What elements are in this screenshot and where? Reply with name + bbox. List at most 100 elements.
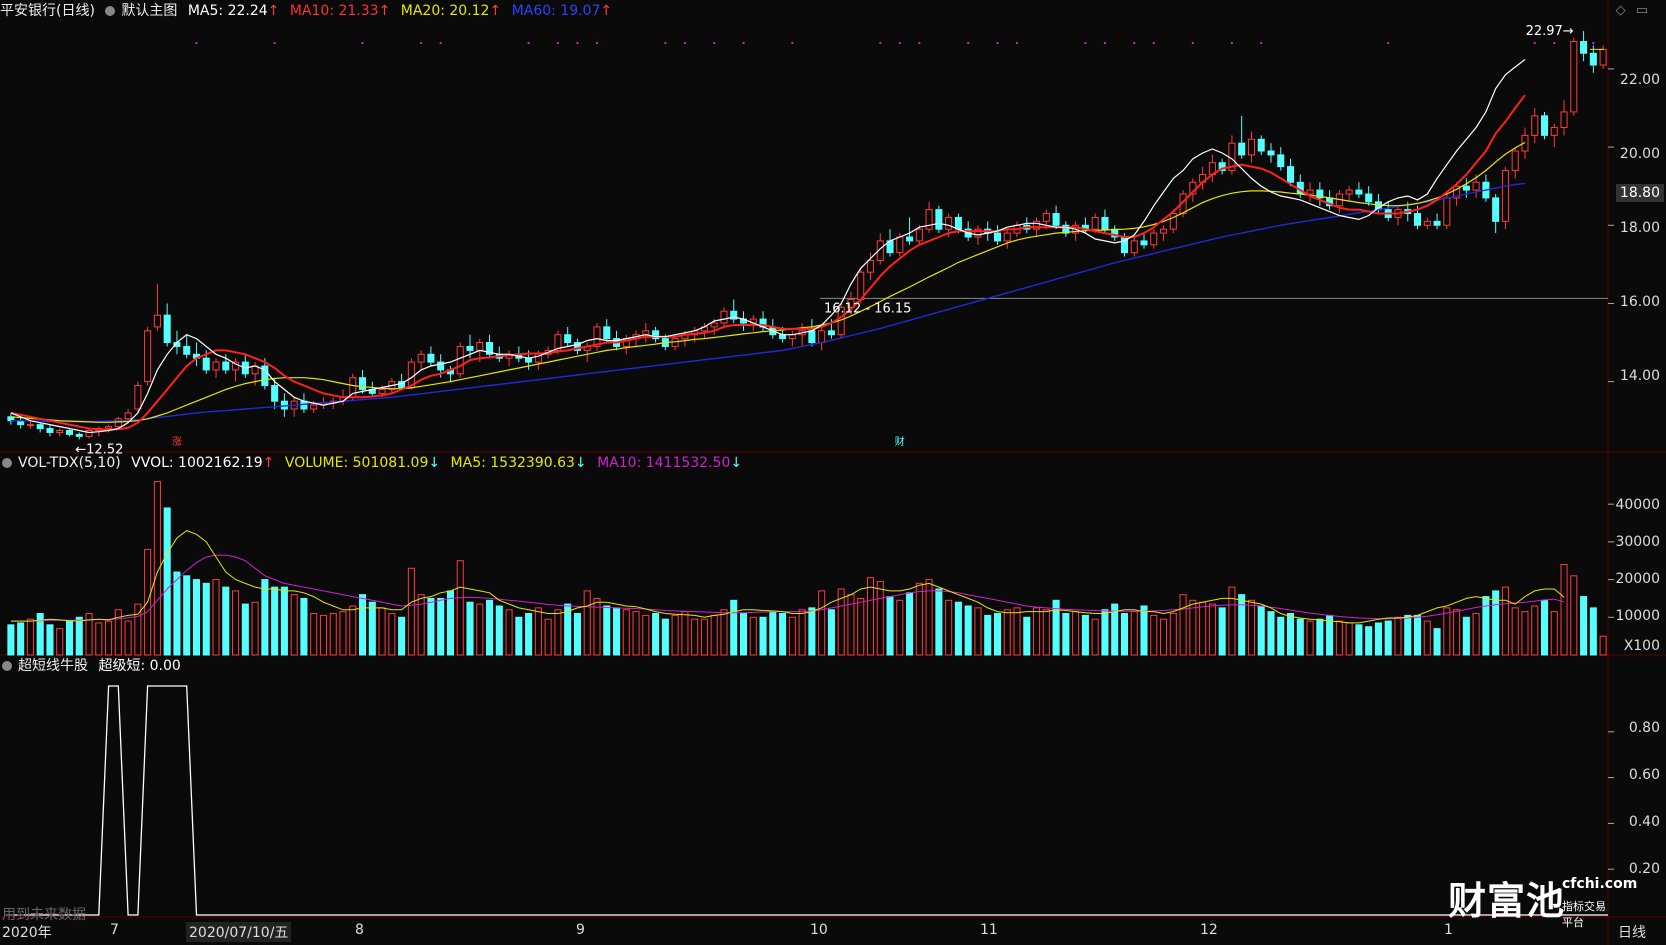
signal-dot <box>439 42 442 44</box>
volume-bar <box>1560 564 1568 656</box>
volume-bar <box>368 601 376 656</box>
volume-bar <box>212 579 220 656</box>
volume-bar <box>525 613 533 656</box>
candle-body <box>1355 189 1363 195</box>
signal-dot <box>420 42 423 44</box>
signal-dot <box>1230 42 1233 44</box>
volume-bar <box>300 597 308 656</box>
volume-bar <box>56 628 64 656</box>
watermark-tagline: 指标交易平台 <box>1562 900 1606 929</box>
signal-dot <box>918 42 921 44</box>
volume-bar <box>1589 607 1597 656</box>
signal-dot <box>713 42 716 44</box>
volume-bar <box>476 603 484 656</box>
volume-bar <box>710 614 718 656</box>
signal-dot <box>1191 42 1194 44</box>
candle-body <box>359 377 367 390</box>
volume-bar <box>622 609 630 656</box>
volume-bar <box>1511 607 1519 656</box>
volume-bar <box>534 607 542 656</box>
volume-bar <box>427 597 435 656</box>
volume-bar <box>1013 607 1021 656</box>
volume-bar <box>671 614 679 656</box>
volume-bar <box>1384 620 1392 656</box>
volume-bar <box>993 613 1002 656</box>
period-label[interactable]: 日线 <box>1618 922 1646 942</box>
volume-bar <box>202 582 210 656</box>
current-price-badge: 18.80 <box>1615 184 1664 202</box>
candle-body <box>56 430 64 433</box>
candle-body <box>1365 193 1373 203</box>
volume-bar <box>1599 635 1607 656</box>
volume-bar <box>1062 613 1070 656</box>
watermark-title: 财富池 <box>1448 879 1566 923</box>
volume-bar <box>866 577 875 656</box>
candle-body <box>222 361 230 371</box>
candle-body <box>1462 185 1470 191</box>
candle-body <box>1423 220 1431 226</box>
candle-body <box>427 353 435 363</box>
volume-bar <box>1296 618 1304 656</box>
volume-bar <box>573 613 581 656</box>
volume-bar <box>583 590 591 656</box>
candle-body <box>818 330 826 344</box>
volume-bar <box>1208 603 1216 656</box>
volume-bar <box>1247 599 1255 656</box>
volume-bar <box>319 614 327 656</box>
price-axis: 22.00 20.00 18.00 16.00 14.00 <box>1608 0 1666 452</box>
volume-bar <box>632 611 640 656</box>
x-date-cursor: 2020/07/10/五 <box>186 922 292 942</box>
candle-body <box>144 330 152 383</box>
volume-bar <box>1023 616 1031 656</box>
volume-bar <box>310 613 318 656</box>
volume-bar <box>886 596 894 656</box>
price-tick: 18.00 <box>1619 220 1660 236</box>
candle-body <box>1472 181 1480 191</box>
price-tick: 22.00 <box>1619 72 1660 88</box>
volume-bar <box>661 618 669 656</box>
volume-bar <box>163 507 171 656</box>
volume-bar <box>1453 609 1461 656</box>
candle-body <box>896 236 904 254</box>
volume-bar <box>1091 618 1099 656</box>
volume-bar <box>1316 618 1324 656</box>
volume-bar <box>1472 613 1480 656</box>
volume-bar <box>1218 607 1226 656</box>
volume-bar <box>1003 609 1011 656</box>
candle-body <box>134 385 142 410</box>
candle-body <box>1257 138 1265 152</box>
volume-bar <box>251 601 259 656</box>
candle-body <box>1413 213 1422 226</box>
watermark-domain: cfchi.com <box>1562 876 1638 892</box>
volume-bar <box>1228 586 1236 656</box>
volume-bar <box>486 599 494 656</box>
volume-bar <box>75 616 83 656</box>
volume-bar <box>798 609 806 656</box>
ma5-line <box>10 59 1526 434</box>
chart-canvas[interactable]: 22.97→ ←12.52 16.12 - 16.15 涨 财 <box>0 0 1666 945</box>
signal-dot <box>1133 42 1136 44</box>
signal-dot <box>879 42 882 44</box>
candle-body <box>945 216 953 230</box>
x-label: 8 <box>355 922 364 938</box>
volume-bar <box>1394 616 1402 656</box>
volume-bar <box>183 575 191 656</box>
candle-body <box>1492 197 1500 222</box>
candle-body <box>476 342 484 351</box>
signal-dot <box>361 42 364 44</box>
candle-body <box>1345 189 1353 195</box>
ma10-line <box>10 94 1526 431</box>
candle-body <box>1101 216 1109 230</box>
volume-bar <box>749 616 757 656</box>
candle-body <box>202 357 210 371</box>
candle-body <box>1433 220 1441 226</box>
x-label: 12 <box>1200 922 1218 938</box>
candle-body <box>710 322 718 328</box>
volume-bar <box>642 614 650 656</box>
volume-bar <box>730 599 738 656</box>
volume-bar <box>124 620 132 656</box>
volume-bar <box>739 613 748 656</box>
candle-body <box>1550 127 1558 136</box>
volume-tick: 30000 <box>1615 534 1660 550</box>
volume-bar <box>544 618 552 656</box>
